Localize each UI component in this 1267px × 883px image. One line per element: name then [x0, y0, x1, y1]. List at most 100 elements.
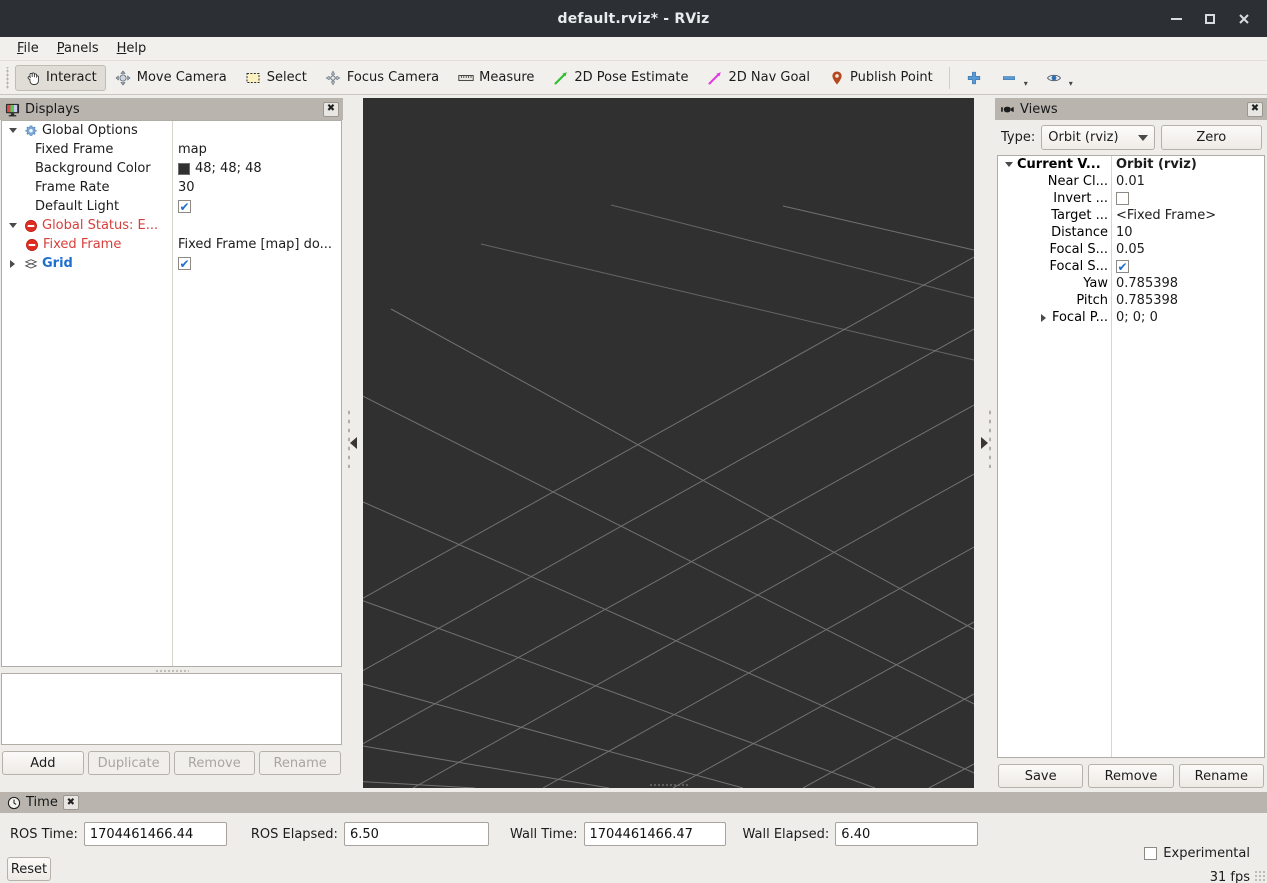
maximize-button[interactable] [1193, 2, 1227, 36]
display-item-label: Fixed Frame [35, 142, 114, 157]
displays-close-button[interactable]: ✖ [323, 101, 339, 117]
view-item-value[interactable]: 0.05 [1111, 242, 1264, 257]
view-type-select[interactable]: Orbit (rviz) [1041, 125, 1155, 150]
tool-2d-nav-goal[interactable]: 2D Nav Goal [697, 65, 819, 91]
invert-z-axis-checkbox[interactable] [1116, 192, 1129, 205]
grid-ground-plane [363, 204, 974, 788]
minimize-button[interactable] [1159, 2, 1193, 36]
view-item-value[interactable]: Orbit (rviz) [1111, 157, 1264, 172]
right-splitter-dots [988, 408, 991, 468]
add-display-button[interactable]: Add [2, 751, 84, 775]
views-camera-icon [1000, 102, 1015, 117]
right-panel-splitter[interactable] [974, 98, 995, 788]
chevron-down-icon-2[interactable]: ▾ [1069, 79, 1073, 90]
display-item-label: Frame Rate [35, 180, 110, 195]
rename-display-button[interactable]: Rename [259, 751, 341, 775]
toolbar-drag-handle[interactable] [4, 66, 12, 89]
tool-add[interactable] [957, 65, 992, 91]
table-row[interactable]: Current V... Orbit (rviz) [998, 156, 1264, 173]
display-item-value[interactable]: ✔ [172, 257, 341, 270]
window-titlebar: default.rviz* - RViz [0, 0, 1267, 37]
table-row[interactable]: Pitch 0.785398 [998, 292, 1264, 309]
ros-time-label: ROS Time: [10, 826, 78, 842]
ros-time-input[interactable]: 1704461466.44 [83, 822, 227, 846]
table-row[interactable]: Distance 10 [998, 224, 1264, 241]
view-item-value[interactable]: 10 [1111, 225, 1264, 240]
experimental-toggle[interactable]: Experimental [1144, 846, 1250, 861]
rename-view-button[interactable]: Rename [1178, 764, 1264, 788]
view-item-label: Pitch [1076, 293, 1108, 308]
3d-render-view[interactable] [363, 98, 974, 788]
table-row[interactable]: Invert ... [998, 190, 1264, 207]
display-item-value[interactable]: 30 [172, 180, 341, 195]
tool-visibility[interactable]: ▾ [1037, 65, 1082, 91]
view-item-value[interactable]: 0.01 [1111, 174, 1264, 189]
tool-select[interactable]: Select [236, 65, 316, 91]
save-view-button[interactable]: Save [998, 764, 1084, 788]
tool-interact[interactable]: Interact [15, 64, 106, 91]
chevron-down-icon[interactable]: ▾ [1024, 79, 1028, 90]
display-item-value[interactable]: ✔ [172, 200, 341, 213]
view-item-value[interactable] [1111, 192, 1264, 205]
focus-camera-icon [325, 69, 342, 86]
view-item-value[interactable]: 0; 0; 0 [1111, 310, 1264, 325]
table-row[interactable]: Focal S... ✔ [998, 258, 1264, 275]
wall-elapsed-input[interactable]: 6.40 [835, 822, 979, 846]
ros-elapsed-label: ROS Elapsed: [250, 826, 338, 842]
tool-measure[interactable]: Measure [448, 65, 543, 91]
focal-shape-fixed-size-checkbox[interactable]: ✔ [1116, 260, 1129, 273]
menu-panels[interactable]: Panels [48, 39, 108, 58]
views-column-splitter[interactable] [1111, 156, 1112, 757]
window-resize-grip[interactable] [1254, 870, 1266, 882]
experimental-checkbox[interactable] [1144, 847, 1158, 860]
grid-enabled-checkbox[interactable]: ✔ [178, 257, 191, 270]
collapse-right-arrow-icon[interactable] [981, 437, 988, 449]
views-close-button[interactable]: ✖ [1247, 101, 1263, 117]
display-item-value[interactable]: map [172, 142, 341, 157]
view-item-value[interactable]: <Fixed Frame> [1111, 208, 1264, 223]
default-light-checkbox[interactable]: ✔ [178, 200, 191, 213]
gear-icon [23, 123, 38, 138]
table-row[interactable]: Target ... <Fixed Frame> [998, 207, 1264, 224]
wall-time-input[interactable]: 1704461466.47 [583, 822, 726, 846]
tool-2d-pose-estimate-label: 2D Pose Estimate [574, 70, 689, 85]
left-panel-splitter[interactable] [343, 98, 363, 788]
tool-move-camera[interactable]: Move Camera [106, 65, 236, 91]
display-item-value[interactable]: Fixed Frame [map] do... [172, 237, 341, 252]
view-item-value[interactable]: 0.785398 [1111, 293, 1264, 308]
duplicate-display-button[interactable]: Duplicate [87, 751, 170, 775]
expander-down-icon[interactable] [6, 223, 19, 228]
reset-button[interactable]: Reset [7, 857, 51, 881]
remove-display-button[interactable]: Remove [173, 751, 256, 775]
hand-cursor-icon [24, 69, 41, 86]
tool-publish-point[interactable]: Publish Point [819, 65, 942, 91]
expander-right-icon[interactable] [1037, 313, 1050, 322]
close-window-button[interactable] [1227, 2, 1261, 36]
ros-elapsed-input[interactable]: 6.50 [343, 822, 489, 846]
expander-down-icon[interactable] [1002, 162, 1015, 167]
display-item-value[interactable]: 48; 48; 48 [172, 161, 341, 176]
tool-remove[interactable]: ▾ [992, 65, 1037, 91]
view-item-value[interactable]: 0.785398 [1111, 276, 1264, 291]
remove-view-button[interactable]: Remove [1088, 764, 1174, 788]
table-row[interactable]: Yaw 0.785398 [998, 275, 1264, 292]
time-close-button[interactable]: ✖ [62, 795, 79, 810]
table-row[interactable]: Focal S... 0.05 [998, 241, 1264, 258]
viewport-resize-grip[interactable] [648, 783, 689, 787]
zero-button[interactable]: Zero [1160, 125, 1262, 150]
view-item-value[interactable]: ✔ [1111, 260, 1264, 273]
expander-down-icon[interactable] [6, 128, 19, 133]
table-row[interactable]: Focal P... 0; 0; 0 [998, 309, 1264, 326]
menu-help[interactable]: Help [108, 39, 156, 58]
expander-right-icon[interactable] [6, 259, 19, 268]
displays-column-splitter[interactable] [172, 121, 173, 666]
collapse-left-arrow-icon[interactable] [349, 437, 357, 449]
tool-2d-pose-estimate[interactable]: 2D Pose Estimate [543, 65, 697, 91]
displays-tree[interactable]: Global Options Fixed Frame map Backgroun… [1, 120, 342, 667]
display-item-label: Grid [42, 256, 73, 271]
views-tree[interactable]: Current V... Orbit (rviz) Near Cl... 0.0… [997, 155, 1265, 758]
table-row[interactable]: Near Cl... 0.01 [998, 173, 1264, 190]
left-splitter-dots [347, 408, 350, 468]
tool-focus-camera[interactable]: Focus Camera [316, 65, 448, 91]
menu-file[interactable]: File [8, 39, 48, 58]
